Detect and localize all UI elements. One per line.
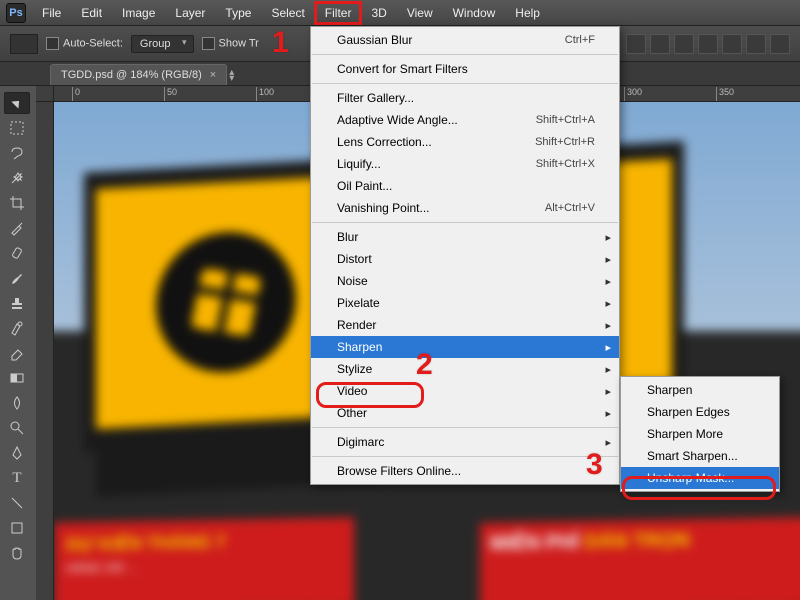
filter-convert-smart[interactable]: Convert for Smart Filters — [311, 58, 619, 80]
document-title: TGDD.psd @ 184% (RGB/8) — [61, 69, 202, 81]
tool-hand[interactable] — [4, 542, 30, 564]
filter-stylize[interactable]: Stylize — [311, 358, 619, 380]
tool-move[interactable] — [4, 92, 30, 114]
ruler-tick: 350 — [716, 87, 734, 101]
auto-select-checkbox[interactable]: Auto-Select: — [46, 37, 123, 50]
tool-lasso[interactable] — [4, 142, 30, 164]
menu-help[interactable]: Help — [505, 2, 550, 24]
menu-image[interactable]: Image — [112, 2, 165, 24]
tool-eyedropper[interactable] — [4, 217, 30, 239]
separator — [312, 222, 618, 223]
tool-path[interactable] — [4, 492, 30, 514]
filter-sharpen[interactable]: Sharpen — [311, 336, 619, 358]
menu-filter[interactable]: Filter — [315, 2, 362, 24]
banner-text: MIỄN PHÍ — [490, 531, 584, 555]
align-icon[interactable] — [674, 34, 694, 54]
tool-brush[interactable] — [4, 267, 30, 289]
menu-edit[interactable]: Edit — [71, 2, 112, 24]
menu-view[interactable]: View — [397, 2, 443, 24]
sharpen-unsharp-mask[interactable]: Unsharp Mask... — [621, 467, 779, 489]
menu-layer[interactable]: Layer — [165, 2, 215, 24]
tool-type[interactable]: T — [4, 467, 30, 489]
filter-distort[interactable]: Distort — [311, 248, 619, 270]
filter-other[interactable]: Other — [311, 402, 619, 424]
menu-file[interactable]: File — [32, 2, 71, 24]
ruler-tick: 0 — [72, 87, 80, 101]
tool-heal[interactable] — [4, 242, 30, 264]
tool-crop[interactable] — [4, 192, 30, 214]
menubar: Ps File Edit Image Layer Type Select Fil… — [0, 0, 800, 26]
tool-pen[interactable] — [4, 442, 30, 464]
tool-history[interactable] — [4, 317, 30, 339]
align-icons — [626, 34, 790, 54]
sharpen-submenu: Sharpen Sharpen Edges Sharpen More Smart… — [620, 376, 780, 492]
filter-video[interactable]: Video — [311, 380, 619, 402]
sharpen-smart[interactable]: Smart Sharpen... — [621, 445, 779, 467]
align-icon[interactable] — [650, 34, 670, 54]
ruler-tick: 50 — [164, 87, 177, 101]
sharpen-edges[interactable]: Sharpen Edges — [621, 401, 779, 423]
align-icon[interactable] — [626, 34, 646, 54]
show-transform-checkbox[interactable]: Show Tr — [202, 37, 259, 50]
filter-noise[interactable]: Noise — [311, 270, 619, 292]
align-icon[interactable] — [746, 34, 766, 54]
tool-eraser[interactable] — [4, 342, 30, 364]
tool-dodge[interactable] — [4, 417, 30, 439]
tool-marquee[interactable] — [4, 117, 30, 139]
menu-type[interactable]: Type — [215, 2, 261, 24]
close-icon[interactable]: × — [210, 69, 216, 81]
filter-oil-paint[interactable]: Oil Paint... — [311, 175, 619, 197]
filter-digimarc[interactable]: Digimarc — [311, 431, 619, 453]
auto-select-mode[interactable]: Group — [131, 35, 194, 53]
tools-panel: T — [2, 90, 32, 566]
filter-menu: Gaussian BlurCtrl+F Convert for Smart Fi… — [310, 26, 620, 485]
filter-pixelate[interactable]: Pixelate — [311, 292, 619, 314]
ruler-tick: 300 — [624, 87, 642, 101]
tool-shape[interactable] — [4, 517, 30, 539]
separator — [312, 456, 618, 457]
separator — [312, 54, 618, 55]
align-icon[interactable] — [770, 34, 790, 54]
filter-adaptive-wide-angle[interactable]: Adaptive Wide Angle...Shift+Ctrl+A — [311, 109, 619, 131]
filter-liquify[interactable]: Liquify...Shift+Ctrl+X — [311, 153, 619, 175]
ruler-corner — [36, 86, 54, 102]
separator — [312, 83, 618, 84]
show-transform-label: Show Tr — [219, 37, 259, 49]
filter-gallery[interactable]: Filter Gallery... — [311, 87, 619, 109]
separator — [312, 427, 618, 428]
tool-wand[interactable] — [4, 167, 30, 189]
align-icon[interactable] — [698, 34, 718, 54]
tool-blur[interactable] — [4, 392, 30, 414]
ruler-vertical[interactable] — [36, 102, 54, 600]
menu-3d[interactable]: 3D — [361, 2, 396, 24]
document-tab[interactable]: TGDD.psd @ 184% (RGB/8) × — [50, 64, 227, 85]
filter-last[interactable]: Gaussian BlurCtrl+F — [311, 29, 619, 51]
sharpen-sharpen[interactable]: Sharpen — [621, 379, 779, 401]
align-icon[interactable] — [722, 34, 742, 54]
banner-text: HÀNG 150 … — [66, 557, 342, 576]
filter-lens-correction[interactable]: Lens Correction...Shift+Ctrl+R — [311, 131, 619, 153]
filter-browse-online[interactable]: Browse Filters Online... — [311, 460, 619, 482]
tool-gradient[interactable] — [4, 367, 30, 389]
menu-select[interactable]: Select — [261, 2, 314, 24]
filter-render[interactable]: Render — [311, 314, 619, 336]
ruler-tick: 100 — [256, 87, 274, 101]
banner-text: DÁN TRỌN — [584, 529, 690, 553]
move-tool-icon[interactable] — [10, 34, 38, 54]
menu-window[interactable]: Window — [443, 2, 506, 24]
sharpen-more[interactable]: Sharpen More — [621, 423, 779, 445]
banner-text: DỰ KIẾN THÁNG 7 — [66, 530, 342, 556]
tool-stamp[interactable] — [4, 292, 30, 314]
app-logo: Ps — [6, 3, 26, 23]
filter-vanishing-point[interactable]: Vanishing Point...Alt+Ctrl+V — [311, 197, 619, 219]
tab-overflow-icon[interactable]: ▴▾ — [229, 70, 234, 85]
auto-select-label: Auto-Select: — [63, 37, 123, 49]
filter-blur[interactable]: Blur — [311, 226, 619, 248]
